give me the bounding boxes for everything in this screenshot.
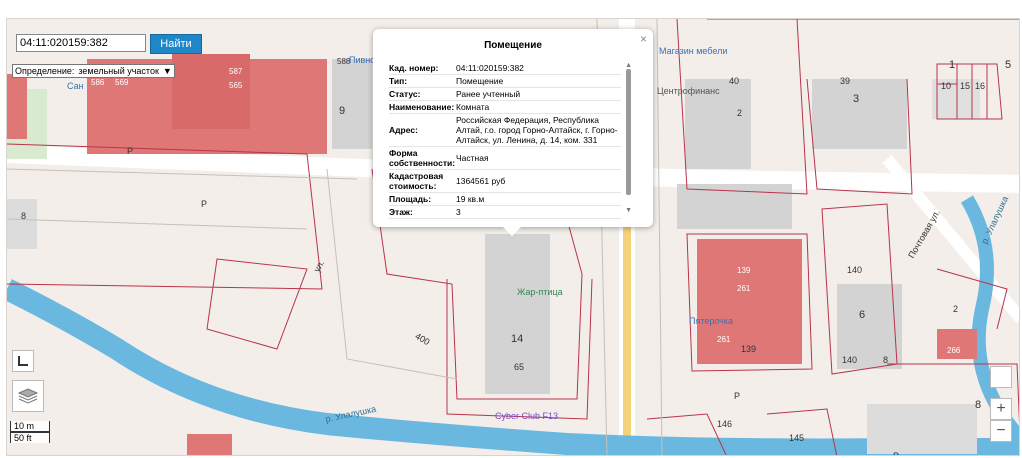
- cadastral-number: 266: [947, 346, 961, 355]
- poi-san[interactable]: Сан: [67, 81, 84, 91]
- cadastral-number: 261: [717, 335, 731, 344]
- parking-label: Р: [893, 451, 900, 456]
- house-number: 9: [339, 105, 346, 117]
- parking-label: Р: [734, 391, 741, 401]
- cadastral-number: 140: [847, 265, 863, 275]
- attr-value: Российская Федерация, Республика Алтай, …: [456, 113, 621, 147]
- attr-value: 1364561 руб: [456, 169, 621, 193]
- scale-feet: 50 ft: [10, 432, 50, 443]
- parking-label: Р: [201, 199, 208, 209]
- attr-value: Помещение: [456, 74, 621, 88]
- cadastral-number: 565: [229, 81, 243, 90]
- house-number: 10: [941, 81, 952, 91]
- house-number: 6: [859, 309, 866, 321]
- zoom-out-button[interactable]: −: [990, 420, 1012, 442]
- attr-key: Кадастровая стоимость:: [389, 169, 456, 193]
- table-row: Статус: Ранее учтенный: [389, 87, 621, 101]
- table-row: Форма собственности: Частная: [389, 146, 621, 170]
- info-popup: × Помещение Кад. номер: 04:11:020159:382 …: [373, 29, 653, 236]
- popup-attribute-table: Кад. номер: 04:11:020159:382 Тип: Помещени…: [389, 62, 621, 219]
- scroll-up-icon[interactable]: ▲: [625, 62, 632, 69]
- table-row: Площадь: 19 кв.м: [389, 192, 621, 206]
- cadastral-number: 587: [229, 67, 243, 76]
- attr-value: 19 кв.м: [456, 192, 621, 206]
- cadastral-number: 261: [737, 284, 751, 293]
- attr-value: Ранее учтенный: [456, 87, 621, 101]
- poi-pyaterochka[interactable]: Пятерочка: [689, 316, 733, 326]
- layers-icon: [18, 388, 38, 404]
- attr-key: Площадь:: [389, 192, 456, 206]
- chevron-down-icon: ▼: [162, 66, 172, 76]
- house-number: 8: [21, 211, 27, 221]
- cadastral-number: 146: [717, 419, 733, 429]
- attr-key: Форма собственности:: [389, 146, 456, 170]
- cadastral-number: 145: [789, 433, 805, 443]
- cadastral-number: 586: [91, 78, 105, 87]
- cadastral-number: 65: [514, 362, 525, 372]
- house-number: 2: [953, 304, 959, 314]
- cadastral-number: 139: [741, 344, 757, 354]
- house-number: 5: [1005, 59, 1012, 71]
- table-row: Кад. номер: 04:11:020159:382: [389, 62, 621, 75]
- definition-select[interactable]: Определение: земельный участок ▼: [12, 64, 175, 78]
- layers-button[interactable]: [12, 380, 44, 412]
- attr-key: Кад. номер:: [389, 62, 456, 75]
- measure-button[interactable]: [12, 350, 34, 372]
- popup-scrollbar[interactable]: [626, 69, 631, 195]
- table-row: Адрес: Российская Федерация, Республика А…: [389, 113, 621, 147]
- house-number: 15: [960, 81, 971, 91]
- table-row: Кадастровая стоимость: 1364561 руб: [389, 169, 621, 193]
- parking-label: Р: [127, 146, 134, 156]
- ruler-icon: [18, 356, 28, 366]
- cadastral-number: 40: [729, 76, 740, 86]
- definition-label: Определение:: [15, 66, 75, 76]
- house-number: 3: [853, 93, 860, 105]
- attr-key: Наименование:: [389, 100, 456, 114]
- house-number: 1: [949, 59, 956, 71]
- attr-key: Этаж:: [389, 205, 456, 219]
- popup-title: Помещение: [484, 40, 542, 51]
- definition-value: земельный участок: [78, 66, 159, 76]
- poi-furniture-store[interactable]: Магазин мебели: [659, 46, 727, 56]
- scroll-down-icon[interactable]: ▼: [625, 207, 632, 214]
- zoom-in-button[interactable]: +: [990, 398, 1012, 420]
- house-number: 8: [883, 355, 889, 365]
- cadastral-number: 569: [115, 78, 129, 87]
- table-row: Наименование: Комната: [389, 100, 621, 114]
- poi-centrofinance[interactable]: Центрофинанс: [657, 86, 720, 96]
- house-number: 14: [511, 333, 524, 345]
- cadastral-search-input[interactable]: [16, 34, 146, 52]
- house-number: 2: [737, 108, 743, 118]
- find-button[interactable]: Найти: [150, 34, 202, 54]
- attr-value: 04:11:020159:382: [456, 62, 621, 75]
- search-bar: Найти: [16, 34, 202, 54]
- attr-key: Адрес:: [389, 113, 456, 147]
- cadastral-number: 139: [737, 266, 751, 275]
- poi-cyber-club[interactable]: Cyber Club F13: [495, 411, 558, 421]
- table-row: Тип: Помещение: [389, 74, 621, 88]
- table-row: Этаж: 3: [389, 205, 621, 219]
- poi-zhar-ptitsa[interactable]: Жар-птица: [517, 287, 563, 297]
- house-number: 8: [975, 399, 982, 411]
- attr-value: Комната: [456, 100, 621, 114]
- attr-key: Тип:: [389, 74, 456, 88]
- scale-meters: 10 m: [10, 421, 50, 432]
- attr-value: Частная: [456, 146, 621, 170]
- cadastral-number: 39: [840, 76, 851, 86]
- attr-value: 3: [456, 205, 621, 219]
- locate-button[interactable]: [990, 366, 1012, 388]
- scale-bar: 10 m 50 ft: [10, 421, 50, 443]
- cadastral-number: 140: [842, 355, 858, 365]
- attr-key: Статус:: [389, 87, 456, 101]
- house-number: 16: [975, 81, 986, 91]
